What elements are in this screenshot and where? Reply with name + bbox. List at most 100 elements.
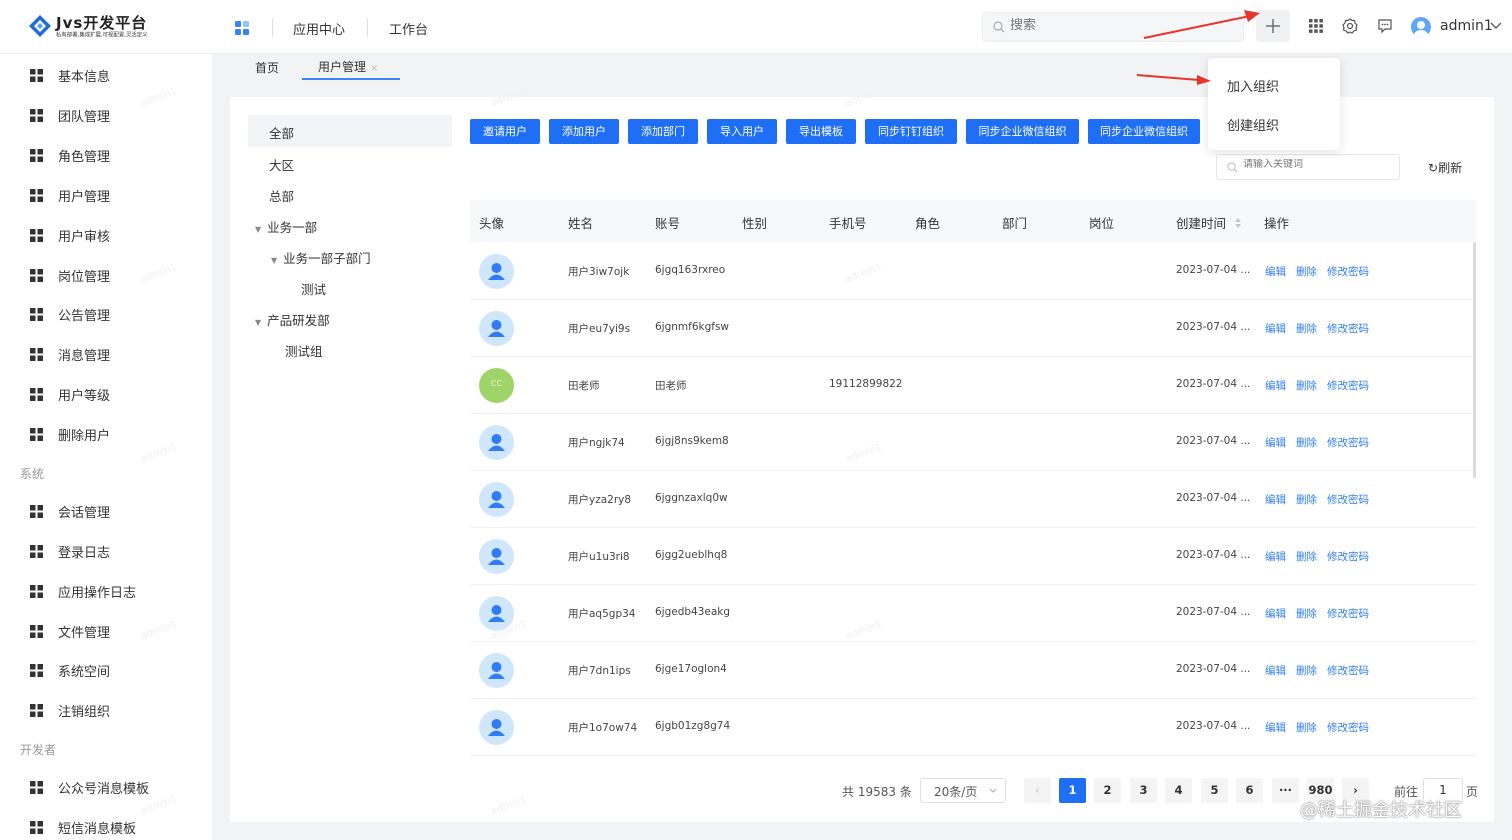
table-row[interactable]: 用户u1u3ri8 6jgg2ueblhq8 2023-07-04 ... 编辑 删除修… (470, 528, 1476, 585)
sidebar-item-deregister-org[interactable]: 注销组织 (30, 698, 200, 722)
sidebar-item-announcements[interactable]: 公告管理 (30, 302, 200, 326)
add-button[interactable] (1256, 10, 1290, 42)
delete-link[interactable]: 删除 (1296, 663, 1317, 678)
tree-item-test[interactable]: 测试 (301, 279, 326, 298)
global-search[interactable] (982, 12, 1244, 42)
menu-item-create-org[interactable]: 创建组织 (1227, 115, 1279, 134)
change-password-link[interactable]: 修改密码 (1327, 435, 1369, 450)
change-password-link[interactable]: 修改密码 (1327, 492, 1369, 507)
table-row[interactable]: 用户3iw7ojk 6jgq163rxreo 2023-07-04 ... 编辑 删除修… (470, 243, 1476, 300)
delete-link[interactable]: 删除 (1296, 549, 1317, 564)
chevron-down-icon[interactable] (1490, 22, 1502, 30)
user-avatar[interactable] (1411, 17, 1431, 37)
sidebar-item-login-log[interactable]: 登录日志 (30, 539, 200, 563)
page-1[interactable]: 1 (1059, 778, 1086, 803)
sync-dingtalk-button[interactable]: 同步钉钉组织 (865, 119, 957, 144)
tree-item-rnd[interactable]: ▼ 产品研发部 (255, 310, 330, 329)
refresh-button[interactable]: ↻刷新 (1428, 159, 1462, 176)
tree-item-biz1[interactable]: ▼ 业务一部 (255, 217, 317, 236)
edit-link[interactable]: 编辑 (1265, 663, 1286, 678)
caret-down-icon[interactable]: ▼ (271, 256, 277, 265)
sidebar-item-positions[interactable]: 岗位管理 (30, 263, 200, 287)
page-3[interactable]: 3 (1130, 778, 1157, 803)
close-icon[interactable]: × (370, 63, 378, 74)
import-users-button[interactable]: 导入用户 (707, 119, 777, 144)
edit-link[interactable]: 编辑 (1265, 492, 1286, 507)
sidebar-item-users[interactable]: 用户管理 (30, 183, 200, 207)
sidebar-item-roles[interactable]: 角色管理 (30, 143, 200, 167)
tree-item-hq[interactable]: 总部 (269, 186, 294, 205)
tab-home[interactable]: 首页 (255, 59, 279, 76)
add-user-button[interactable]: 添加用户 (549, 119, 619, 144)
page-ellipsis[interactable]: ··· (1272, 778, 1299, 803)
change-password-link[interactable]: 修改密码 (1327, 378, 1369, 393)
table-row[interactable]: 用户aq5gp34 6jgedb43eakg 2023-07-04 ... 编辑 删除修… (470, 585, 1476, 642)
sidebar-item-app-log[interactable]: 应用操作日志 (30, 579, 200, 603)
delete-link[interactable]: 删除 (1296, 720, 1317, 735)
sidebar-item-user-levels[interactable]: 用户等级 (30, 382, 200, 406)
caret-down-icon[interactable]: ▼ (255, 318, 261, 327)
sidebar-item-sessions[interactable]: 会话管理 (30, 499, 200, 523)
tree-item-region[interactable]: 大区 (269, 155, 294, 174)
sort-icon[interactable] (1234, 217, 1242, 229)
settings-gear-icon[interactable] (1342, 18, 1358, 34)
table-row[interactable]: 用户ngjk74 6jgj8ns9kem8 2023-07-04 ... 编辑 删除 修改… (470, 414, 1476, 471)
sidebar-item-messages[interactable]: 消息管理 (30, 342, 200, 366)
edit-link[interactable]: 编辑 (1265, 321, 1286, 336)
nav-app-center[interactable]: 应用中心 (293, 19, 345, 38)
sidebar-item-sms-templates[interactable]: 短信消息模板 (30, 815, 200, 839)
sidebar-item-team[interactable]: 团队管理 (30, 103, 200, 127)
menu-item-join-org[interactable]: 加入组织 (1227, 76, 1279, 95)
sidebar-item-system-space[interactable]: 系统空间 (30, 658, 200, 682)
delete-link[interactable]: 删除 (1296, 606, 1317, 621)
sidebar-item-files[interactable]: 文件管理 (30, 619, 200, 643)
table-scrollbar[interactable] (1473, 242, 1476, 478)
sidebar-item-basic-info[interactable]: 基本信息 (30, 63, 200, 87)
table-row[interactable]: 用户yza2ry8 6jggnzaxlq0w 2023-07-04 ... 编辑 删除修… (470, 471, 1476, 528)
delete-link[interactable]: 删除 (1296, 264, 1317, 279)
table-row[interactable]: 用户eu7yi9s 6jgnmf6kgfsw 2023-07-04 ... 编辑 删除修… (470, 300, 1476, 357)
prev-page-button[interactable]: ‹ (1024, 778, 1051, 803)
sidebar-item-deleted-users[interactable]: 删除用户 (30, 422, 200, 446)
table-row[interactable]: CC 田老师 田老师 19112899822 2023-07-04 ... 编辑 删除 修改密… (470, 357, 1476, 414)
change-password-link[interactable]: 修改密码 (1327, 549, 1369, 564)
edit-link[interactable]: 编辑 (1265, 435, 1286, 450)
edit-link[interactable]: 编辑 (1265, 720, 1286, 735)
edit-link[interactable]: 编辑 (1265, 549, 1286, 564)
table-row[interactable]: 用户7dn1ips 6jge17oglon4 2023-07-04 ... 编辑 删除修… (470, 642, 1476, 699)
change-password-link[interactable]: 修改密码 (1327, 720, 1369, 735)
message-icon[interactable] (1377, 18, 1393, 34)
delete-link[interactable]: 删除 (1296, 435, 1317, 450)
change-password-link[interactable]: 修改密码 (1327, 321, 1369, 336)
sidebar-item-mp-templates[interactable]: 公众号消息模板 (30, 775, 200, 799)
delete-link[interactable]: 删除 (1296, 321, 1317, 336)
search-input[interactable] (1010, 18, 1210, 33)
col-created[interactable]: 创建时间 (1176, 213, 1242, 232)
page-4[interactable]: 4 (1165, 778, 1192, 803)
keyword-search[interactable] (1216, 154, 1400, 180)
nav-workbench[interactable]: 工作台 (389, 19, 428, 38)
tree-item-biz1-sub[interactable]: ▼ 业务一部子部门 (271, 248, 371, 267)
change-password-link[interactable]: 修改密码 (1327, 264, 1369, 279)
tree-item-test-group[interactable]: 测试组 (285, 341, 323, 360)
apps-icon[interactable] (234, 20, 250, 36)
edit-link[interactable]: 编辑 (1265, 264, 1286, 279)
sync-wecom-button-2[interactable]: 同步企业微信组织 (1088, 119, 1200, 144)
sidebar-item-user-review[interactable]: 用户审核 (30, 223, 200, 247)
table-row[interactable]: 用户1o7ow74 6jgb01zg8g74 2023-07-04 ... 编辑 删除修… (470, 699, 1476, 756)
add-department-button[interactable]: 添加部门 (628, 119, 698, 144)
tree-item-all-label[interactable]: 全部 (269, 123, 294, 142)
username[interactable]: admin1 (1440, 18, 1493, 34)
page-size-select[interactable]: 20条/页 (920, 778, 1006, 803)
delete-link[interactable]: 删除 (1296, 378, 1317, 393)
page-2[interactable]: 2 (1094, 778, 1121, 803)
change-password-link[interactable]: 修改密码 (1327, 663, 1369, 678)
keyword-input[interactable] (1243, 159, 1393, 170)
page-5[interactable]: 5 (1201, 778, 1228, 803)
logo[interactable]: Jvs开发平台 私有部署,集成扩展,可视配置,灵活定义 (28, 12, 188, 42)
delete-link[interactable]: 删除 (1296, 492, 1317, 507)
grid-menu-icon[interactable] (1308, 18, 1324, 34)
caret-down-icon[interactable]: ▼ (255, 225, 261, 234)
invite-user-button[interactable]: 邀请用户 (470, 119, 540, 144)
tab-user-management[interactable]: 用户管理 × (318, 58, 378, 75)
